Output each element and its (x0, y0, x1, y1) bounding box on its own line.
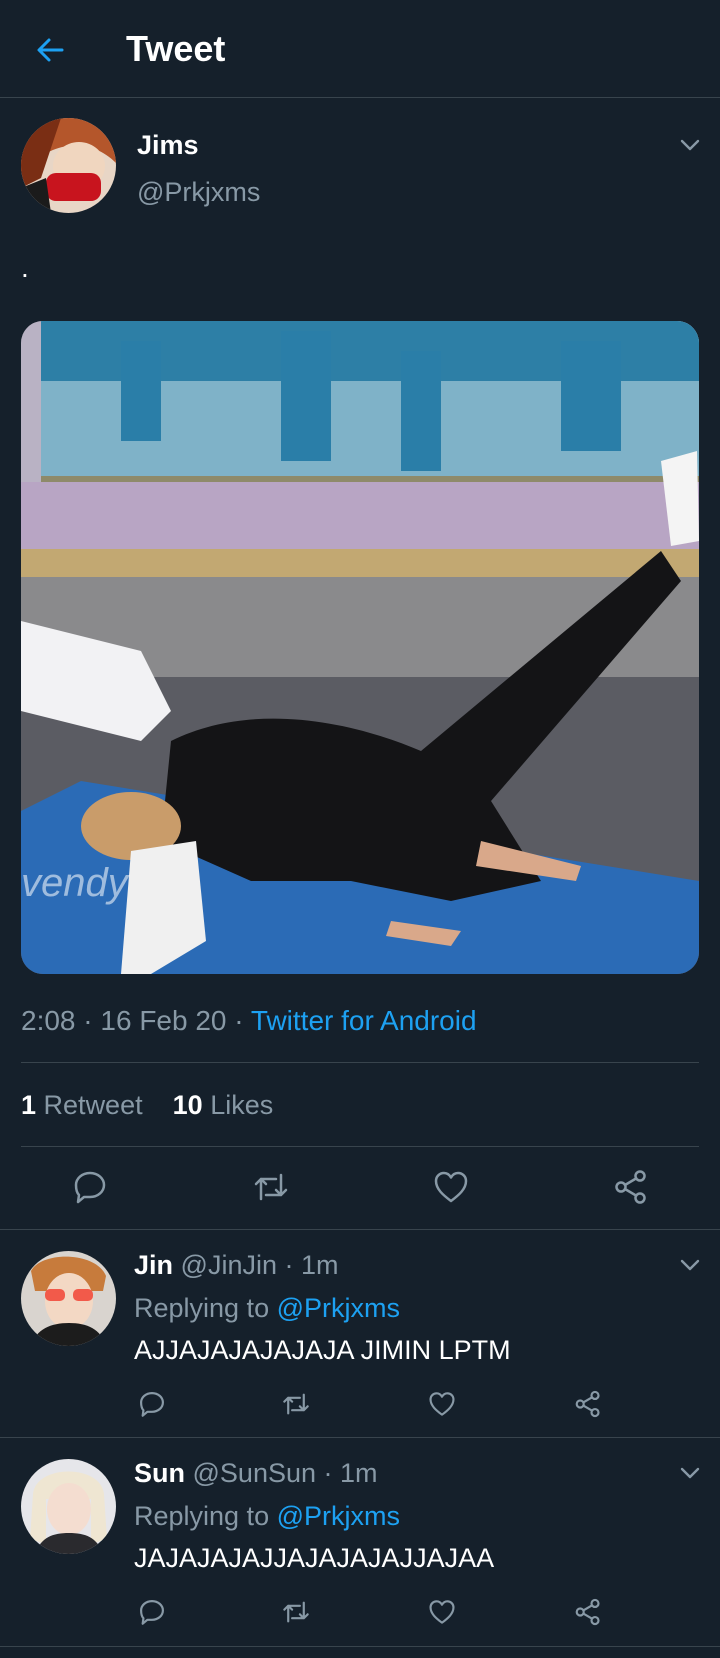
reply-author-name[interactable]: Sun (134, 1458, 185, 1488)
chevron-down-icon (680, 1467, 700, 1479)
reply-header: Sun @SunSun · 1m (134, 1458, 378, 1489)
like-button[interactable] (427, 1163, 475, 1211)
replying-label: Replying to (134, 1293, 270, 1323)
reply-options-button[interactable] (675, 1458, 705, 1488)
heart-icon (434, 1171, 468, 1203)
media-watermark: vendy (21, 861, 128, 905)
reply-avatar[interactable] (21, 1459, 116, 1554)
heart-icon (429, 1392, 455, 1416)
mention-link[interactable]: @Prkjxms (277, 1501, 400, 1531)
tweet-time: 2:08 (21, 1005, 76, 1036)
chevron-down-icon (680, 1259, 700, 1271)
like-button[interactable] (418, 1588, 466, 1636)
tweet-source-link[interactable]: Twitter for Android (251, 1005, 477, 1036)
like-count: 10 (172, 1090, 203, 1120)
author-name[interactable]: Jims (137, 130, 199, 161)
reply-icon (140, 1392, 164, 1417)
divider (0, 1646, 720, 1647)
tweet-timestamp: 2:08 · 16 Feb 20 · Twitter for Android (21, 1005, 477, 1037)
tweet-text: . (21, 252, 29, 283)
retweet-icon (283, 1601, 309, 1623)
tweet-date: 16 Feb 20 (100, 1005, 227, 1036)
mention-link[interactable]: @Prkjxms (277, 1293, 400, 1323)
top-bar: Tweet (0, 0, 720, 98)
divider (0, 1437, 720, 1438)
meta-separator: · (234, 1005, 251, 1036)
likes-stat[interactable]: 10 Likes (173, 1090, 274, 1120)
share-button[interactable] (564, 1380, 612, 1428)
heart-icon (429, 1600, 455, 1624)
chevron-down-icon (680, 139, 700, 151)
retweet-icon (254, 1173, 288, 1201)
like-button[interactable] (418, 1380, 466, 1428)
retweets-stat[interactable]: 1 Retweet (21, 1090, 143, 1120)
back-button[interactable] (30, 30, 70, 70)
replying-to: Replying to @Prkjxms (134, 1501, 400, 1532)
like-label: Likes (210, 1090, 274, 1120)
divider (21, 1062, 699, 1063)
reply-avatar[interactable] (21, 1251, 116, 1346)
share-icon (575, 1598, 600, 1626)
divider (0, 1229, 720, 1230)
retweet-count: 1 (21, 1090, 37, 1120)
tweet-media[interactable]: vendy (21, 321, 699, 974)
retweet-label: Retweet (43, 1090, 143, 1120)
reply-time: 1m (301, 1250, 339, 1280)
tweet-options-button[interactable] (675, 130, 705, 160)
reply-options-button[interactable] (675, 1250, 705, 1280)
share-button[interactable] (564, 1588, 612, 1636)
reply-icon (74, 1171, 106, 1204)
meta-separator: · (323, 1458, 341, 1488)
replying-to: Replying to @Prkjxms (134, 1293, 400, 1324)
reply-author-name[interactable]: Jin (134, 1250, 173, 1280)
reply-author-handle[interactable]: @SunSun (193, 1458, 317, 1488)
author-avatar[interactable] (21, 118, 116, 213)
reply-text: JAJAJAJAJJAJAJAJAJJAJAA (134, 1543, 495, 1573)
replying-label: Replying to (134, 1501, 270, 1531)
reply-header: Jin @JinJin · 1m (134, 1250, 339, 1281)
retweet-button[interactable] (247, 1163, 295, 1211)
reply-button[interactable] (128, 1588, 176, 1636)
arrow-left-icon (37, 38, 64, 62)
retweet-button[interactable] (272, 1588, 320, 1636)
retweet-button[interactable] (272, 1380, 320, 1428)
share-button[interactable] (607, 1163, 655, 1211)
reply-author-handle[interactable]: @JinJin (181, 1250, 277, 1280)
reply-icon (140, 1600, 164, 1625)
author-handle[interactable]: @Prkjxms (137, 177, 260, 208)
share-icon (575, 1390, 600, 1418)
reply-button[interactable] (128, 1380, 176, 1428)
tweet-stats: 1 Retweet 10 Likes (21, 1090, 273, 1121)
reply-text: AJJAJAJAJAJAJA JIMIN LPTM (134, 1335, 511, 1365)
share-icon (615, 1170, 646, 1204)
page-title: Tweet (126, 28, 226, 69)
reply-button[interactable] (66, 1163, 114, 1211)
retweet-icon (283, 1393, 309, 1415)
meta-separator: · (284, 1250, 301, 1280)
meta-separator: · (83, 1005, 101, 1036)
divider (21, 1146, 699, 1147)
reply-time: 1m (340, 1458, 378, 1488)
